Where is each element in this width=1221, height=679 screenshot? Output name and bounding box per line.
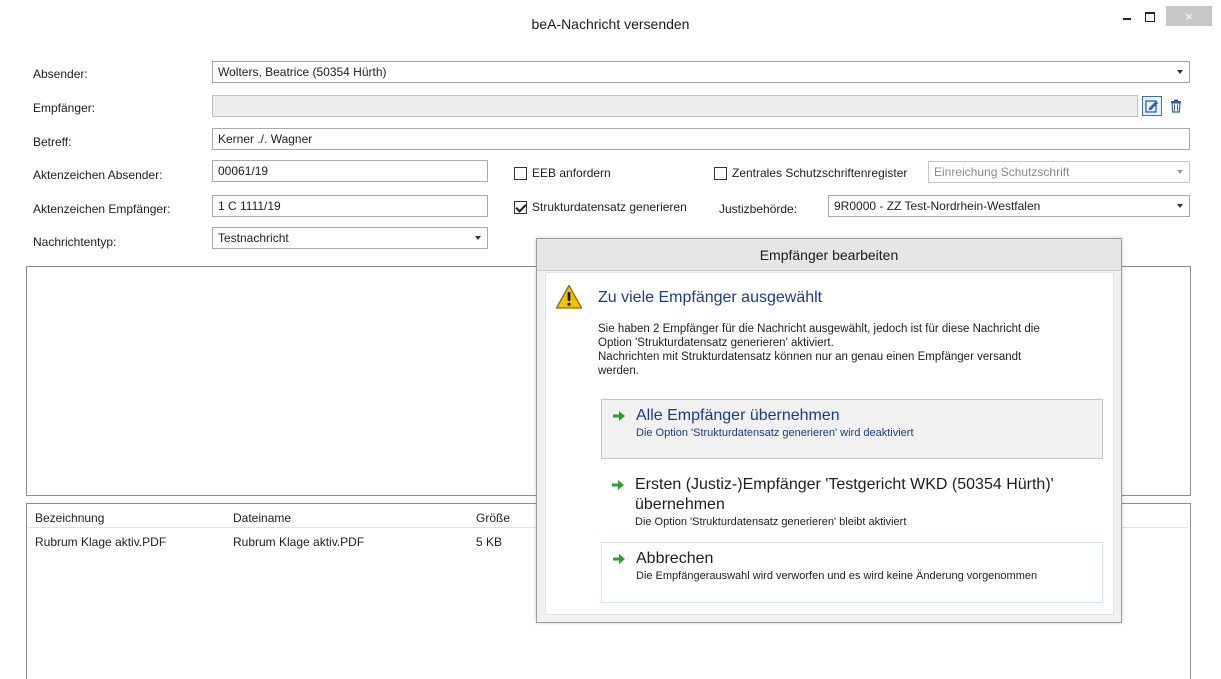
chevron-down-icon xyxy=(475,236,481,240)
chevron-down-icon xyxy=(1177,170,1183,174)
sender-select[interactable]: Wolters, Beatrice (50354 Hürth) xyxy=(212,61,1190,83)
subject-label: Betreff: xyxy=(33,135,72,149)
window-title: beA-Nachricht versenden xyxy=(531,16,690,32)
cancel-option[interactable]: Abbrechen Die Empfängerauswahl wird verw… xyxy=(601,542,1103,603)
message-line: Sie haben 2 Empfänger für die Nachricht … xyxy=(598,323,1040,335)
dialog-heading: Zu viele Empfänger ausgewählt xyxy=(598,289,823,306)
recipient-ref-input[interactable]: 1 C 1111/19 xyxy=(212,195,488,217)
message-type-value: Testnachricht xyxy=(218,231,289,245)
cell-filename: Rubrum Klage aktiv.PDF xyxy=(233,535,365,549)
register-checkbox-box[interactable] xyxy=(714,166,727,180)
table-row[interactable]: Rubrum Klage aktiv.PDF Rubrum Klage akti… xyxy=(28,532,536,550)
minimize-button[interactable] xyxy=(1120,8,1134,26)
option-title-continued: übernehmen xyxy=(635,496,725,513)
column-header-filename[interactable]: Dateiname xyxy=(233,511,291,525)
sender-value: Wolters, Beatrice (50354 Hürth) xyxy=(218,65,387,79)
chevron-down-icon xyxy=(1177,204,1183,208)
arrow-right-icon xyxy=(613,554,625,564)
message-line: Nachrichten mit Strukturdatensatz können… xyxy=(598,351,1022,363)
recipient-ref-label: Aktenzeichen Empfänger: xyxy=(33,202,171,216)
accept-all-recipients-option[interactable]: Alle Empfänger übernehmen Die Option 'St… xyxy=(601,399,1103,459)
authority-label: Justizbehörde: xyxy=(719,202,798,216)
option-description: Die Empfängerauswahl wird verworfen und … xyxy=(636,570,1038,582)
message-line: Option 'Strukturdatensatz generieren' ak… xyxy=(598,337,834,349)
message-type-select[interactable]: Testnachricht xyxy=(212,227,488,249)
edit-recipients-dialog: Empfänger bearbeiten Zu viele Empfänger … xyxy=(536,238,1122,623)
title-bar: beA-Nachricht versenden × xyxy=(0,0,1221,40)
message-type-label: Nachrichtentyp: xyxy=(33,235,117,249)
column-header-size[interactable]: Größe xyxy=(476,511,510,525)
struct-label: Strukturdatensatz generieren xyxy=(532,200,687,214)
edit-icon xyxy=(1145,100,1158,113)
edit-recipients-button[interactable] xyxy=(1142,96,1162,116)
option-description: Die Option 'Strukturdatensatz generieren… xyxy=(635,516,907,528)
subject-input[interactable]: Kerner ./. Wagner xyxy=(212,128,1190,150)
option-title: Alle Empfänger übernehmen xyxy=(636,407,840,424)
eeb-label: EEB anfordern xyxy=(532,166,611,180)
eeb-checkbox[interactable]: EEB anfordern xyxy=(514,166,611,180)
cell-description: Rubrum Klage aktiv.PDF xyxy=(35,535,167,549)
option-description: Die Option 'Strukturdatensatz generieren… xyxy=(636,427,914,439)
struct-checkbox-box[interactable] xyxy=(514,200,527,214)
dialog-title: Empfänger bearbeiten xyxy=(537,239,1121,271)
option-title: Ersten (Justiz-)Empfänger 'Testgericht W… xyxy=(635,476,1054,493)
message-line: werden. xyxy=(598,365,639,377)
register-checkbox[interactable]: Zentrales Schutzschriftenregister xyxy=(714,166,907,180)
eeb-checkbox-box[interactable] xyxy=(514,166,527,180)
struct-checkbox[interactable]: Strukturdatensatz generieren xyxy=(514,200,687,214)
recipient-label: Empfänger: xyxy=(33,101,96,115)
authority-value: 9R0000 - ZZ Test-Nordrhein-Westfalen xyxy=(834,199,1041,213)
dialog-message: Sie haben 2 Empfänger für die Nachricht … xyxy=(598,322,1108,378)
column-header-description[interactable]: Bezeichnung xyxy=(35,511,104,525)
sender-ref-label: Aktenzeichen Absender: xyxy=(33,168,163,182)
authority-select[interactable]: 9R0000 - ZZ Test-Nordrhein-Westfalen xyxy=(828,195,1190,217)
register-select[interactable]: Einreichung Schutzschrift xyxy=(928,161,1190,183)
accept-first-recipient-option[interactable]: Ersten (Justiz-)Empfänger 'Testgericht W… xyxy=(601,469,1103,537)
maximize-button[interactable] xyxy=(1143,8,1157,26)
chevron-down-icon xyxy=(1177,70,1183,74)
arrow-right-icon xyxy=(612,480,624,490)
register-select-value: Einreichung Schutzschrift xyxy=(934,165,1070,179)
recipient-field[interactable] xyxy=(212,95,1138,117)
cell-size: 5 KB xyxy=(476,535,503,549)
warning-icon xyxy=(555,284,583,309)
sender-label: Absender: xyxy=(33,67,88,81)
register-label: Zentrales Schutzschriftenregister xyxy=(732,166,908,180)
option-title: Abbrechen xyxy=(636,550,714,567)
close-button[interactable]: × xyxy=(1166,6,1212,26)
sender-ref-input[interactable]: 00061/19 xyxy=(212,160,488,182)
dialog-body: Zu viele Empfänger ausgewählt Sie haben … xyxy=(545,272,1114,615)
delete-recipients-button[interactable] xyxy=(1166,96,1186,116)
trash-icon xyxy=(1171,99,1181,113)
arrow-right-icon xyxy=(613,411,625,421)
